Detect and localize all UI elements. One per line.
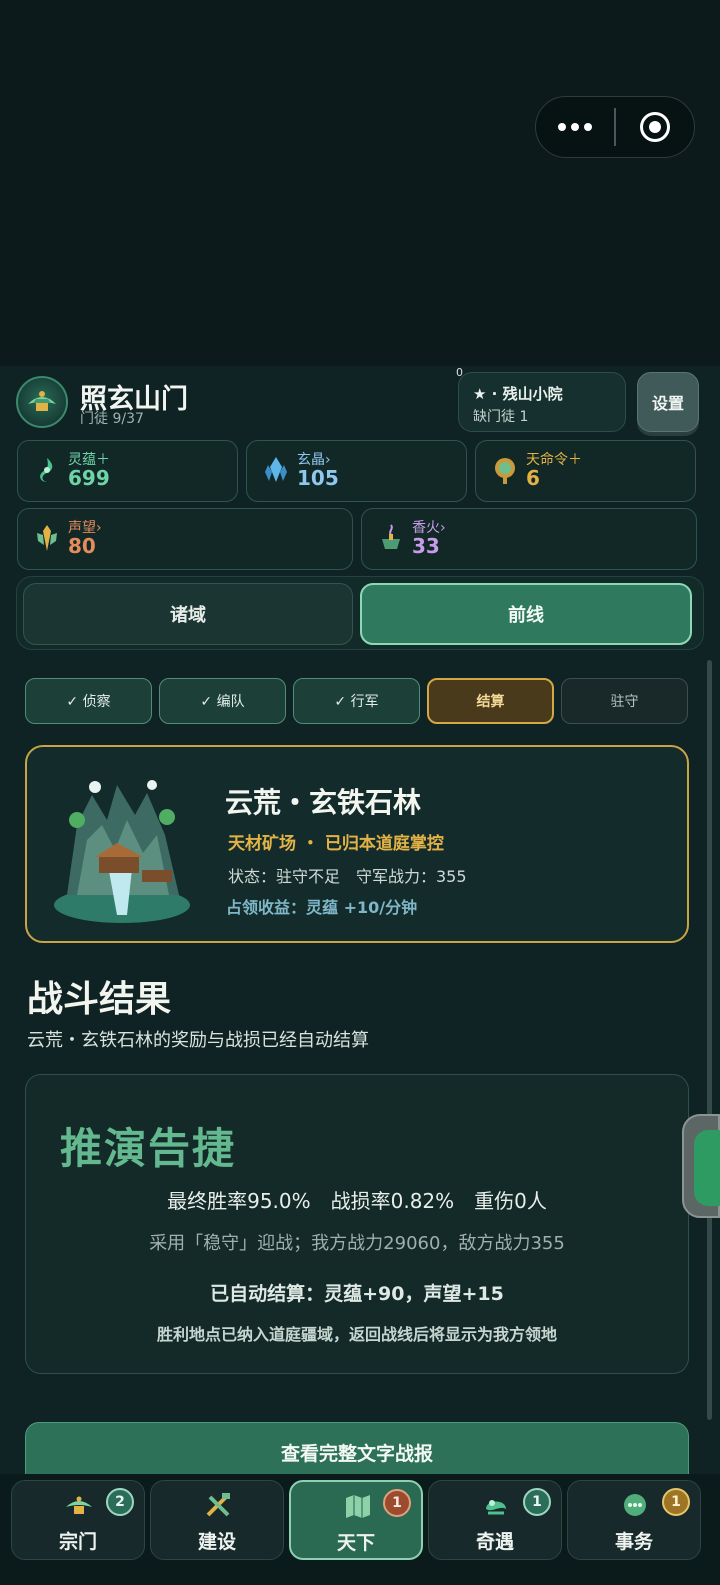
nav-label: 事务 (614, 1531, 653, 1553)
battle-detail: 采用「稳守」迎战；我方战力29060，敌方战力355 (149, 1233, 565, 1254)
spirit-essence-icon (40, 458, 53, 482)
resource-destiny-token[interactable]: 天命令＋ 6 (475, 440, 696, 502)
resource-crystal[interactable]: 玄晶› 105 (246, 440, 467, 502)
nav-badge: 1 (662, 1488, 690, 1516)
location-state: 状态：驻守不足 守军战力：355 (228, 867, 467, 886)
sect-header: 照玄山门 门徒 9/37 0 ★ · 残山小院 缺门徒 1 设置 (0, 366, 720, 440)
battle-result-title: 战斗结果 (27, 979, 172, 1020)
nav-encounter[interactable]: 1 奇遇 (428, 1480, 562, 1560)
miniprogram-capsule (535, 96, 695, 158)
location-tag: 天材矿场 ・ 已归本道庭掌控 (228, 834, 444, 854)
resource-value: 6 (526, 466, 540, 490)
courtyard-status: 缺门徒 1 (473, 409, 529, 425)
nav-sect[interactable]: 2 宗门 (11, 1480, 145, 1560)
battle-note: 胜利地点已纳入道庭疆域，返回战线后将显示为我方领地 (156, 1325, 557, 1344)
stone-forest-illustration (54, 780, 190, 923)
step-garrison[interactable]: 驻守 (561, 678, 688, 724)
scrollbar[interactable] (707, 660, 712, 1420)
prestige-icon (37, 525, 57, 551)
tab-frontline[interactable]: 前线 (360, 583, 692, 645)
step-march[interactable]: ✓ 行军 (293, 678, 420, 724)
affairs-icon (624, 1494, 646, 1516)
courtyard-card[interactable]: ★ · 残山小院 缺门徒 1 (458, 372, 626, 432)
floating-side-tab[interactable] (682, 1114, 720, 1218)
nav-badge: 1 (383, 1489, 411, 1517)
sect-icon (66, 1496, 92, 1514)
nav-build[interactable]: 建设 (150, 1480, 284, 1560)
nav-label: 天下 (336, 1532, 375, 1554)
side-tab-handle-icon (694, 1130, 720, 1206)
resource-value: 699 (68, 466, 110, 490)
battle-summary-card: 推演告捷 最终胜率95.0% 战损率0.82% 重伤0人 采用「稳守」迎战；我方… (25, 1074, 689, 1374)
resource-incense[interactable]: 香火› 33 (361, 508, 697, 570)
encounter-icon (486, 1500, 506, 1515)
sect-emblem-icon[interactable] (16, 376, 68, 428)
build-tools-icon (206, 1493, 230, 1517)
target-circle-icon[interactable] (616, 97, 695, 157)
location-card: 云荒・玄铁石林 天材矿场 ・ 已归本道庭掌控 状态：驻守不足 守军战力：355 … (25, 745, 689, 943)
resource-prestige[interactable]: 声望› 80 (17, 508, 353, 570)
nav-label: 宗门 (58, 1531, 97, 1553)
nav-badge: 2 (106, 1488, 134, 1516)
nav-affairs[interactable]: 1 事务 (567, 1480, 701, 1560)
nav-label: 奇遇 (475, 1531, 514, 1553)
battle-stats: 最终胜率95.0% 战损率0.82% 重伤0人 (167, 1189, 547, 1213)
crystal-icon (265, 457, 287, 482)
battle-result-subtitle: 云荒・玄铁石林的奖励与战损已经自动结算 (27, 1030, 369, 1051)
world-map-icon (346, 1495, 370, 1518)
step-formation[interactable]: ✓ 编队 (159, 678, 286, 724)
more-dots-icon[interactable] (536, 97, 614, 157)
battle-headline: 推演告捷 (60, 1124, 237, 1173)
step-scout[interactable]: ✓ 侦察 (25, 678, 152, 724)
jade-token-icon (495, 458, 515, 484)
tab-domains[interactable]: 诸域 (23, 583, 353, 645)
resource-spirit-essence[interactable]: 灵蕴＋ 699 (17, 440, 238, 502)
domain-tab-bar: 诸域 前线 (16, 576, 704, 650)
disciple-count: 门徒 9/37 (80, 411, 144, 427)
incense-icon (382, 524, 400, 549)
nav-world[interactable]: 1 天下 (289, 1480, 423, 1560)
location-name: 云荒・玄铁石林 (225, 786, 422, 819)
settings-button[interactable]: 设置 (637, 372, 699, 432)
resource-value: 105 (297, 466, 339, 490)
step-settlement[interactable]: 结算 (427, 678, 554, 724)
resource-value: 80 (68, 534, 96, 558)
location-income: 占领收益：灵蕴 +10/分钟 (226, 898, 418, 917)
battle-rewards: 已自动结算：灵蕴+90，声望+15 (210, 1283, 504, 1305)
courtyard-title: ★ · 残山小院 (473, 385, 563, 403)
nav-label: 建设 (197, 1531, 236, 1553)
nav-badge: 1 (523, 1488, 551, 1516)
resource-value: 33 (412, 534, 440, 558)
